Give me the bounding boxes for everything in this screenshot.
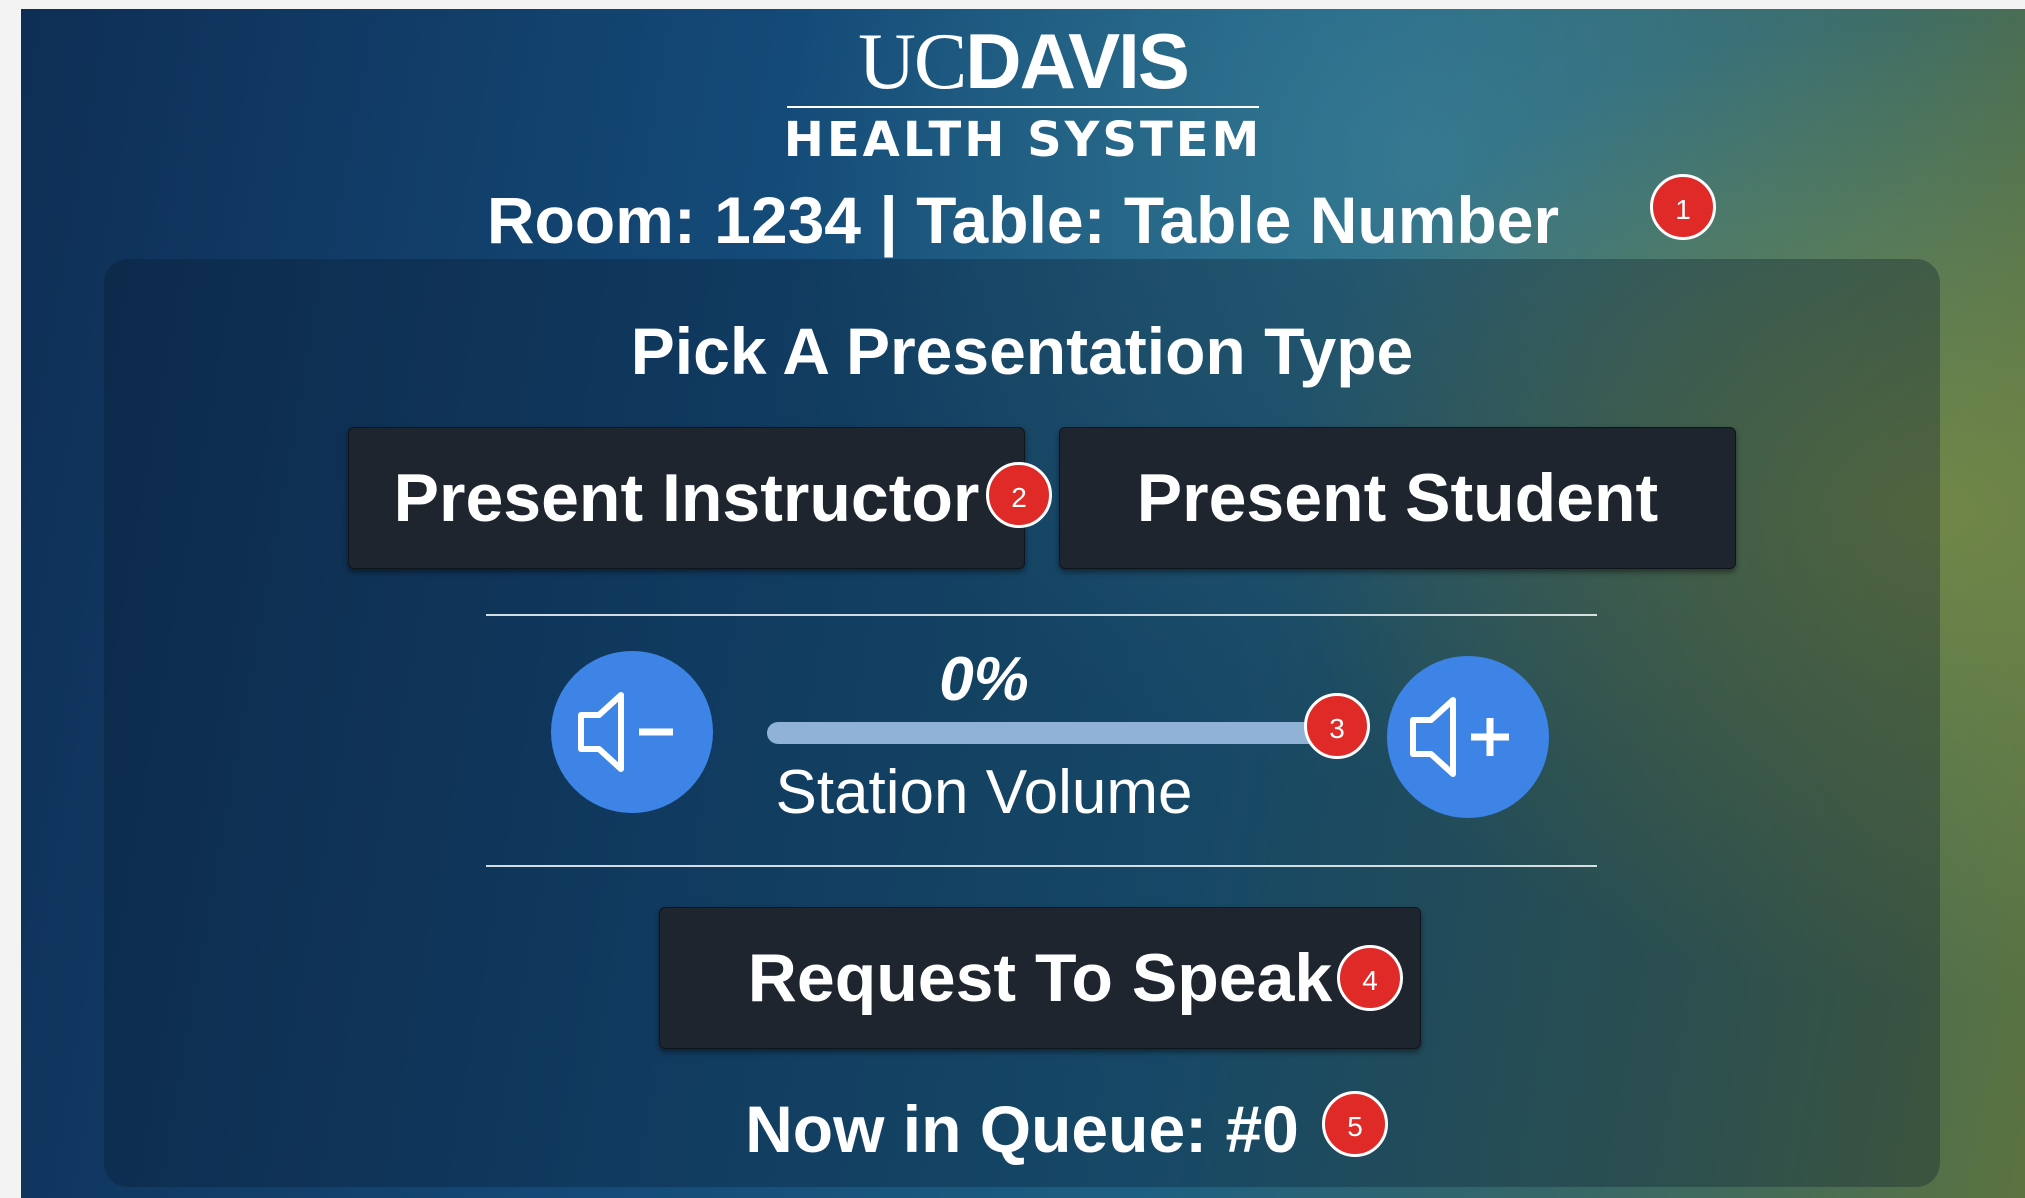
touch-panel-screen: UCDAVIS HEALTH SYSTEM Room: 1234 | Table…	[21, 9, 2025, 1198]
queue-status: Now in Queue: #0	[745, 1092, 1299, 1166]
volume-up-button[interactable]	[1387, 656, 1549, 818]
logo-uc: UC	[858, 18, 967, 106]
volume-label: Station Volume	[775, 758, 1193, 827]
presentation-type-heading: Pick A Presentation Type	[630, 314, 1414, 388]
divider-bottom	[486, 865, 1597, 867]
logo-subtitle: HEALTH SYSTEM	[783, 112, 1263, 168]
annotation-badge-3: 3	[1304, 693, 1370, 759]
annotation-badge-5: 5	[1322, 1091, 1388, 1157]
volume-percent: 0%	[939, 645, 1029, 714]
control-panel: Pick A Presentation Type Present Instruc…	[104, 259, 1940, 1187]
annotation-badge-4: 4	[1337, 945, 1403, 1011]
logo-divider	[787, 106, 1259, 108]
volume-slider[interactable]	[767, 722, 1330, 744]
room-table-info: Room: 1234 | Table: Table Number	[486, 183, 1560, 257]
present-student-button[interactable]: Present Student	[1059, 427, 1736, 569]
request-to-speak-button[interactable]: Request To Speak	[659, 907, 1421, 1049]
present-instructor-button[interactable]: Present Instructor	[348, 427, 1025, 569]
annotation-badge-1: 1	[1650, 174, 1716, 240]
logo-wordmark: UCDAVIS	[858, 21, 1190, 102]
divider-top	[486, 614, 1597, 616]
volume-down-icon	[578, 692, 673, 772]
annotation-badge-2: 2	[986, 462, 1052, 528]
uc-davis-health-logo: UCDAVIS HEALTH SYSTEM	[21, 21, 2025, 166]
volume-down-button[interactable]	[551, 651, 713, 813]
logo-davis: DAVIS	[965, 17, 1190, 105]
volume-up-icon	[1410, 697, 1509, 777]
